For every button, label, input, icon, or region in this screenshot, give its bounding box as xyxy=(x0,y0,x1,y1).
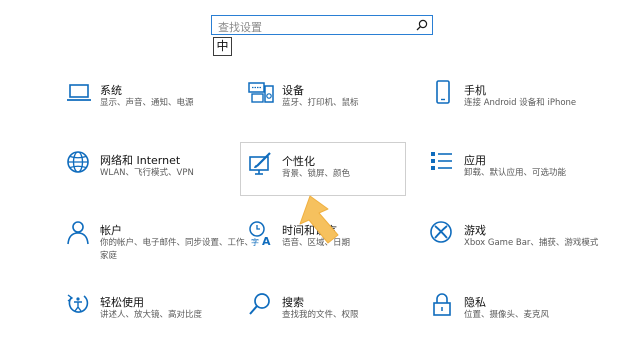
svg-text:A: A xyxy=(262,235,271,246)
search-icon[interactable] xyxy=(416,19,428,31)
tile-title: 系统 xyxy=(100,84,122,97)
tile-title: 隐私 xyxy=(464,296,486,309)
tile-system[interactable]: 系统 显示、声音、通知、电源 xyxy=(66,80,246,134)
tile-description: Xbox Game Bar、捕获、游戏模式 xyxy=(464,238,599,248)
tile-title: 轻松使用 xyxy=(100,296,144,309)
tile-apps[interactable]: 应用 卸载、默认应用、可选功能 xyxy=(430,150,610,204)
search-input[interactable] xyxy=(218,19,408,36)
highlight-arrow-icon xyxy=(298,194,354,246)
tile-description: 卸载、默认应用、可选功能 xyxy=(464,168,567,178)
tile-title: 手机 xyxy=(464,84,486,97)
search-magnifier-icon xyxy=(248,292,274,318)
search-box[interactable] xyxy=(211,15,433,36)
tile-title: 游戏 xyxy=(464,224,486,237)
tile-privacy[interactable]: 隐私 位置、摄像头、麦克风 xyxy=(430,292,610,346)
apps-list-icon xyxy=(430,150,456,176)
tile-search[interactable]: 搜索 查找我的文件、权限 xyxy=(248,292,428,346)
xbox-icon xyxy=(430,220,456,246)
tile-accounts[interactable]: 帐户 你的帐户、电子邮件、同步设置、工作、家庭 xyxy=(66,220,253,274)
tile-description: WLAN、飞行模式、VPN xyxy=(100,168,194,178)
phone-icon xyxy=(430,80,456,106)
lock-icon xyxy=(430,292,456,318)
tile-description: 连接 Android 设备和 iPhone xyxy=(464,98,577,108)
laptop-icon xyxy=(66,80,92,106)
tile-gaming[interactable]: 游戏 Xbox Game Bar、捕获、游戏模式 xyxy=(430,220,610,274)
tile-title: 应用 xyxy=(464,154,486,167)
svg-text:字: 字 xyxy=(251,237,259,246)
globe-icon xyxy=(66,150,92,176)
tile-personalization[interactable]: 个性化 背景、锁屏、颜色 xyxy=(240,142,406,196)
tile-description: 背景、锁屏、颜色 xyxy=(282,169,351,179)
tile-description: 你的帐户、电子邮件、同步设置、工作、家庭 xyxy=(100,238,254,261)
tile-title: 搜索 xyxy=(282,296,304,309)
tile-title: 网络和 Internet xyxy=(100,154,181,167)
tile-ease-of-access[interactable]: 轻松使用 讲述人、放大镜、高对比度 xyxy=(66,292,246,346)
tile-devices[interactable]: 设备 蓝牙、打印机、鼠标 xyxy=(248,80,428,134)
tile-description: 蓝牙、打印机、鼠标 xyxy=(282,98,359,108)
ime-indicator[interactable]: 中 xyxy=(213,37,232,56)
ease-of-access-icon xyxy=(66,292,92,318)
monitor-brush-icon xyxy=(248,151,274,177)
tile-title: 设备 xyxy=(282,84,304,97)
tile-phone[interactable]: 手机 连接 Android 设备和 iPhone xyxy=(430,80,610,134)
tile-description: 位置、摄像头、麦克风 xyxy=(464,310,550,320)
person-icon xyxy=(66,220,92,246)
tile-description: 显示、声音、通知、电源 xyxy=(100,98,194,108)
tile-description: 讲述人、放大镜、高对比度 xyxy=(100,310,203,320)
keyboard-speaker-icon xyxy=(248,80,274,106)
time-language-icon: A字 xyxy=(248,220,274,246)
tile-title: 个性化 xyxy=(282,155,315,168)
tile-network[interactable]: 网络和 Internet WLAN、飞行模式、VPN xyxy=(66,150,246,204)
tile-description: 查找我的文件、权限 xyxy=(282,310,359,320)
tile-title: 帐户 xyxy=(100,224,122,237)
